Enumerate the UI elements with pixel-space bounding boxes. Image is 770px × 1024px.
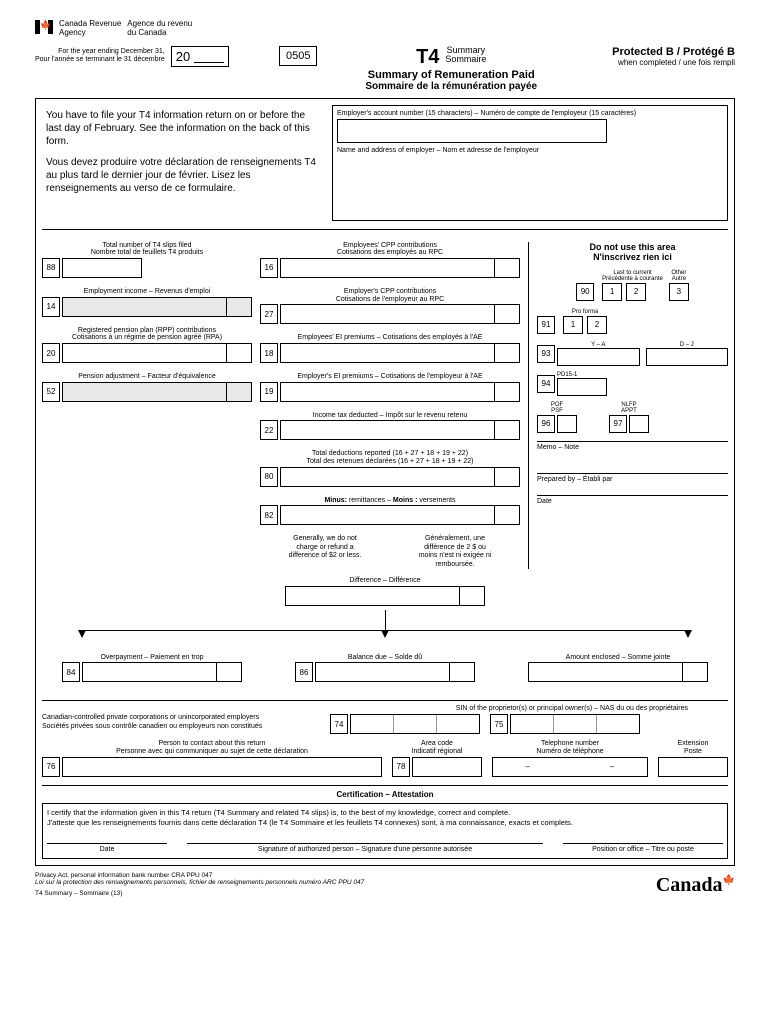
canada-wordmark: Canada🍁 [656,874,735,897]
cert-position[interactable]: Position or office – Titre ou poste [563,843,723,854]
arrow-down-icon [381,630,389,638]
field-extension: Extension Poste [658,740,728,776]
input-74[interactable] [350,714,480,734]
input-27[interactable] [280,304,520,324]
field-78: Area code Indicatif régional 78 [392,740,482,776]
field-82: Minus: remittances – Moins : versements8… [260,497,520,526]
cert-signature[interactable]: Signature of authorized person – Signatu… [187,843,543,854]
field-27: Employer's CPP contributions Cotisations… [260,288,520,324]
input-extension[interactable] [658,757,728,777]
row-93: 93 Y – AD – J [537,342,728,366]
right-column: Do not use this area N'inscrivez rien ic… [528,242,728,569]
form-footer: Privacy Act, personal information bank n… [35,872,735,897]
field-86: Balance due – Solde dû86 [295,654,475,683]
employer-name-input[interactable] [337,156,723,216]
input-18[interactable] [280,343,520,363]
field-18: Employees' EI premiums – Cotisations des… [260,334,520,363]
form-body: You have to file your T4 information ret… [35,98,735,867]
input-88[interactable] [62,258,142,278]
left-column: Total number of T4 slips filed Nombre to… [42,242,252,569]
protected-label: Protected B / Protégé B [585,46,735,58]
field-telephone: Telephone number Numéro de téléphone –– [492,740,648,776]
year-input[interactable]: 20 [171,46,229,67]
input-16[interactable] [280,258,520,278]
summary-label: Summary Sommaire [445,46,486,66]
field-84: Overpayment – Paiement en trop84 [62,654,242,683]
agency-name-fr: Agence du revenu du Canada [127,20,192,38]
arrow-down-icon [684,630,692,638]
employer-account-input[interactable] [337,119,607,143]
input-86[interactable] [315,662,475,682]
sin-section: SIN of the proprietor(s) or principal ow… [42,700,728,776]
row-91: 91 Pro forma12 [537,309,728,334]
row-94: 94 PD15-1 [537,372,728,396]
canada-flag-icon [35,20,53,34]
input-76[interactable] [62,757,382,777]
difference-notes: Generally, we do not charge or refund a … [260,535,520,569]
field-80: Total deductions reported (16 + 27 + 18 … [260,450,520,486]
field-amount-enclosed: Amount enclosed – Somme jointe [528,654,708,683]
arrow-down-icon [78,630,86,638]
input-22[interactable] [280,420,520,440]
row-96-97: POF PSF96 NLFP APPT97 [537,402,728,433]
input-80[interactable] [280,467,520,487]
input-52[interactable] [62,382,252,402]
protected-sub: when completed / une fois rempli [585,58,735,67]
input-78[interactable] [412,757,482,777]
field-22: Income tax deducted – Impôt sur le reven… [260,412,520,441]
form-t4: T4 [416,46,439,69]
field-88: Total number of T4 slips filed Nombre to… [42,242,252,278]
field-74: 74 [330,714,480,734]
date-field[interactable]: Date [537,495,728,515]
certification-section: Certification – Attestation I certify th… [42,785,728,860]
input-84[interactable] [82,662,242,682]
field-52: Pension adjustment – Facteur d'équivalen… [42,373,252,402]
row-90: 90 Last to current Précédente à courante… [537,270,728,301]
difference-input[interactable] [285,586,485,606]
main-title-en: Summary of Remuneration Paid [331,69,571,81]
year-text-en: For the year ending December 31, [35,48,165,56]
field-14: Employment income – Revenus d'emploi 14 [42,288,252,317]
input-amount[interactable] [528,662,708,682]
cert-date[interactable]: Date [47,843,167,854]
input-19[interactable] [280,382,520,402]
field-75: 75 [490,714,640,734]
input-82[interactable] [280,505,520,525]
input-75[interactable] [510,714,640,734]
certification-box: I certify that the information given in … [42,803,728,860]
form-code: 0505 [279,46,317,66]
field-19: Employer's EI premiums – Cotisations de … [260,373,520,402]
agency-name: Canada Revenue Agency [59,20,121,38]
middle-column: Employees' CPP contributions Cotisations… [260,242,520,569]
year-text-fr: Pour l'année se terminant le 31 décembre [35,56,165,64]
input-20[interactable] [62,343,252,363]
memo-field[interactable]: Memo – Note [537,441,728,471]
main-title-fr: Sommaire de la rémunération payée [331,81,571,92]
prepared-field[interactable]: Prepared by – Établi par [537,473,728,493]
difference-flow: Difference – Différence Overpayment – Pa… [42,577,728,692]
field-20: Registered pension plan (RPP) contributi… [42,327,252,363]
input-14[interactable] [62,297,252,317]
employer-info: Employer's account number (15 characters… [332,105,728,221]
input-telephone[interactable]: –– [492,757,648,777]
form-header: Canada Revenue Agency Agence du revenu d… [35,20,735,38]
filing-instructions: You have to file your T4 information ret… [42,105,322,221]
field-16: Employees' CPP contributions Cotisations… [260,242,520,278]
field-76: Person to contact about this return Pers… [42,740,382,776]
